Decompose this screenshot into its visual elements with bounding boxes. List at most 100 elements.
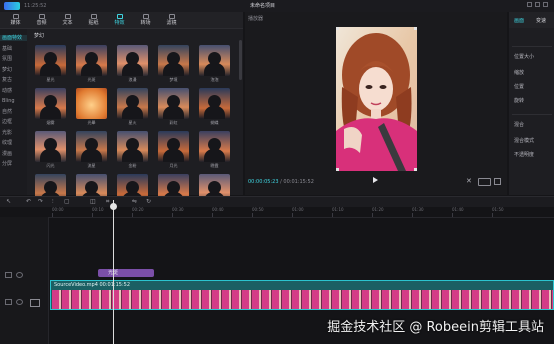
- preview-video[interactable]: [336, 27, 417, 171]
- category-item[interactable]: 画面特效: [0, 35, 27, 41]
- ruler-tick-label: 01:00: [292, 207, 304, 212]
- effect-label: 闪光: [46, 163, 55, 168]
- minimize-icon[interactable]: [527, 2, 532, 7]
- effect-thumbnail[interactable]: [76, 45, 107, 76]
- category-item[interactable]: 纹理: [2, 140, 12, 146]
- effect-thumbnail[interactable]: [199, 88, 230, 119]
- time-ruler[interactable]: 00:00 00:10 00:20 00:30 00:40 00:50 01:00 01:10…: [42, 207, 554, 218]
- tab-transition[interactable]: 转场: [135, 14, 156, 26]
- delete-icon[interactable]: ▢: [64, 198, 70, 205]
- maximize-icon[interactable]: [535, 2, 540, 7]
- category-item[interactable]: 基础: [2, 46, 12, 52]
- effect-grid: 星光 光斑 浪漫 梦境 泡泡 烟雾 光晕 星火 彩虹 蝴蝶 闪光 流星 金粉 月光 晚霞: [32, 43, 237, 205]
- split-icon[interactable]: ⫶: [52, 198, 54, 206]
- category-item[interactable]: 自然: [2, 109, 12, 115]
- inspector-row[interactable]: 不透明度: [514, 152, 534, 158]
- playhead-handle[interactable]: [110, 203, 117, 210]
- close-icon[interactable]: [543, 2, 548, 7]
- playhead[interactable]: [113, 200, 114, 344]
- track-lock-icon[interactable]: [5, 299, 12, 305]
- tab-sticker[interactable]: 贴纸: [83, 14, 104, 26]
- ruler-tick-label: 01:10: [332, 207, 344, 212]
- tab-audio[interactable]: 音频: [31, 14, 52, 26]
- media-top-tabs: 媒体 音频 文本 贴纸 特效 转场 滤镜: [0, 12, 243, 29]
- tab-filter[interactable]: 滤镜: [161, 14, 182, 26]
- transition-icon: [142, 14, 149, 19]
- silhouette-body: [122, 149, 143, 162]
- crop-handle[interactable]: [336, 27, 339, 30]
- app-logo: [4, 2, 20, 10]
- effect-thumbnail[interactable]: [117, 88, 148, 119]
- effect-clip[interactable]: 光斑: [98, 269, 154, 277]
- category-item[interactable]: Bling: [2, 98, 15, 104]
- effect-thumbnail[interactable]: [35, 45, 66, 76]
- preview-frame-image: [336, 27, 417, 171]
- category-item[interactable]: 梦幻: [2, 67, 12, 73]
- track-visibility-icon[interactable]: [16, 272, 23, 278]
- silhouette-body: [122, 106, 143, 119]
- track-visibility-icon[interactable]: [16, 299, 23, 305]
- effect-category-list: 画面特效基础氛围梦幻复古动感 Bling 自然边框光影纹理漫画分屏: [0, 29, 27, 195]
- clip-thumbnails: [52, 290, 553, 309]
- mirror-icon[interactable]: ⇋: [132, 198, 137, 205]
- effect-thumbnail[interactable]: [199, 45, 230, 76]
- silhouette-body: [40, 63, 61, 76]
- video-clip-label: SourceVideo.mp4 00:01:15:52: [54, 282, 131, 288]
- tab-media[interactable]: 媒体: [5, 14, 26, 26]
- category-item[interactable]: 漫画: [2, 151, 12, 157]
- ruler-tick: [372, 213, 373, 217]
- ruler-tick: [452, 213, 453, 217]
- play-icon[interactable]: [373, 177, 378, 183]
- fullscreen-icon[interactable]: [494, 178, 501, 185]
- category-item[interactable]: 复古: [2, 77, 12, 83]
- effect-thumbnail[interactable]: [158, 45, 189, 76]
- effect-thumbnail[interactable]: [76, 131, 107, 162]
- ruler-tick: [92, 213, 93, 217]
- inspector-row[interactable]: 位置大小: [514, 54, 534, 60]
- inspector-row[interactable]: 缩放: [514, 70, 524, 76]
- effect-section-heading: 梦幻: [34, 33, 45, 39]
- ratio-button[interactable]: [478, 178, 491, 186]
- effect-thumbnail[interactable]: [158, 131, 189, 162]
- inspector-row[interactable]: 旋转: [514, 98, 524, 104]
- ruler-tick: [52, 213, 53, 217]
- category-item[interactable]: 分屏: [2, 161, 12, 167]
- category-item[interactable]: 动感: [2, 88, 12, 94]
- redo-icon[interactable]: ↷: [38, 198, 43, 205]
- track-cover-icon[interactable]: [30, 299, 40, 307]
- crop-handle[interactable]: [414, 27, 417, 30]
- rotate-icon[interactable]: ↻: [146, 198, 151, 205]
- undo-icon[interactable]: ↶: [26, 198, 31, 205]
- effect-thumbnail[interactable]: [158, 88, 189, 119]
- tab-effects[interactable]: 特效: [109, 14, 130, 26]
- effect-label: 星光: [46, 77, 55, 82]
- inspector-row[interactable]: 混合模式: [514, 138, 534, 144]
- effect-thumbnail[interactable]: [117, 45, 148, 76]
- tab-text[interactable]: 文本: [57, 14, 78, 26]
- crop-handle[interactable]: [414, 168, 417, 171]
- effect-thumbnail[interactable]: [117, 131, 148, 162]
- media-icon: [12, 14, 19, 19]
- cursor-icon[interactable]: ↖: [6, 198, 11, 205]
- video-clip[interactable]: SourceVideo.mp4 00:01:15:52: [50, 280, 554, 310]
- category-item[interactable]: 氛围: [2, 56, 12, 62]
- effect-thumbnail[interactable]: [76, 88, 107, 119]
- track-lock-icon[interactable]: [5, 272, 12, 278]
- effect-grid-scrollbar[interactable]: [239, 40, 242, 80]
- silhouette-body: [122, 63, 143, 76]
- ruler-tick: [212, 213, 213, 217]
- crop-handle[interactable]: [336, 168, 339, 171]
- effect-thumbnail[interactable]: [35, 88, 66, 119]
- effect-thumbnail[interactable]: [35, 131, 66, 162]
- ruler-tick: [252, 213, 253, 217]
- silhouette-body: [163, 63, 184, 76]
- freeze-icon[interactable]: ◫: [90, 198, 96, 205]
- silhouette-body: [204, 149, 225, 162]
- crop-icon[interactable]: ✕: [466, 177, 472, 185]
- inspector-row[interactable]: 混合: [514, 122, 524, 128]
- crop-icon[interactable]: ⌗: [106, 198, 109, 206]
- category-item[interactable]: 边框: [2, 119, 12, 125]
- effect-thumbnail[interactable]: [199, 131, 230, 162]
- category-item[interactable]: 光影: [2, 130, 12, 136]
- inspector-row[interactable]: 位置: [514, 84, 524, 90]
